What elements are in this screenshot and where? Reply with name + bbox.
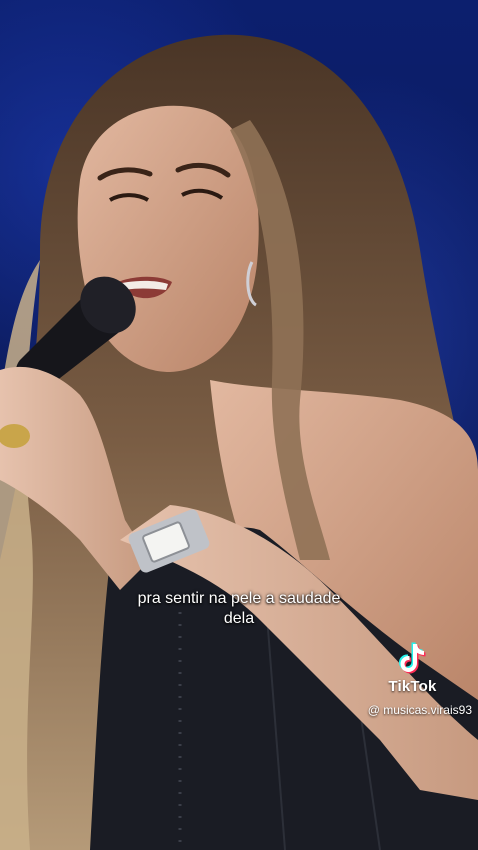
video-frame[interactable] (0, 0, 478, 850)
performer-illustration (0, 34, 478, 850)
tiktok-watermark: TikTok (350, 640, 475, 695)
tiktok-note-icon (396, 640, 430, 676)
lyric-caption: pra sentir na pele a saudade dela (89, 589, 389, 629)
tiktok-brand-text: TikTok (388, 678, 437, 695)
creator-handle: @ musicas.virais93 (367, 703, 472, 717)
caption-line-1: pra sentir na pele a saudade (137, 590, 341, 607)
caption-line-2: dela (223, 610, 255, 627)
